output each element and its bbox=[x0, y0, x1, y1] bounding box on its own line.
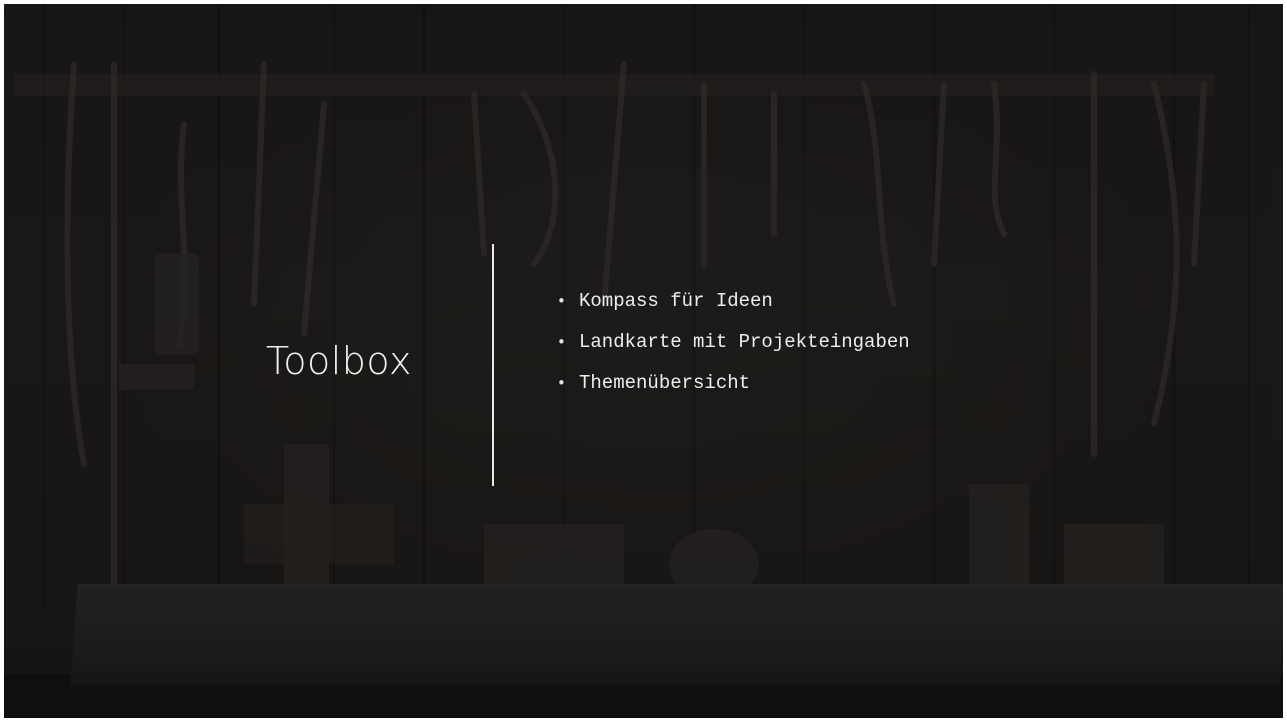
slide: Toolbox Kompass für Ideen Landkarte mit … bbox=[4, 4, 1283, 718]
bullet-item-themenuebersicht: Themenübersicht bbox=[557, 368, 910, 409]
bullet-item-kompass: Kompass für Ideen bbox=[557, 286, 910, 327]
bullet-item-landkarte: Landkarte mit Projekteingaben bbox=[557, 327, 910, 368]
vertical-divider bbox=[492, 244, 494, 486]
bullet-list: Kompass für Ideen Landkarte mit Projekte… bbox=[557, 286, 910, 409]
slide-title: Toolbox bbox=[266, 339, 412, 383]
